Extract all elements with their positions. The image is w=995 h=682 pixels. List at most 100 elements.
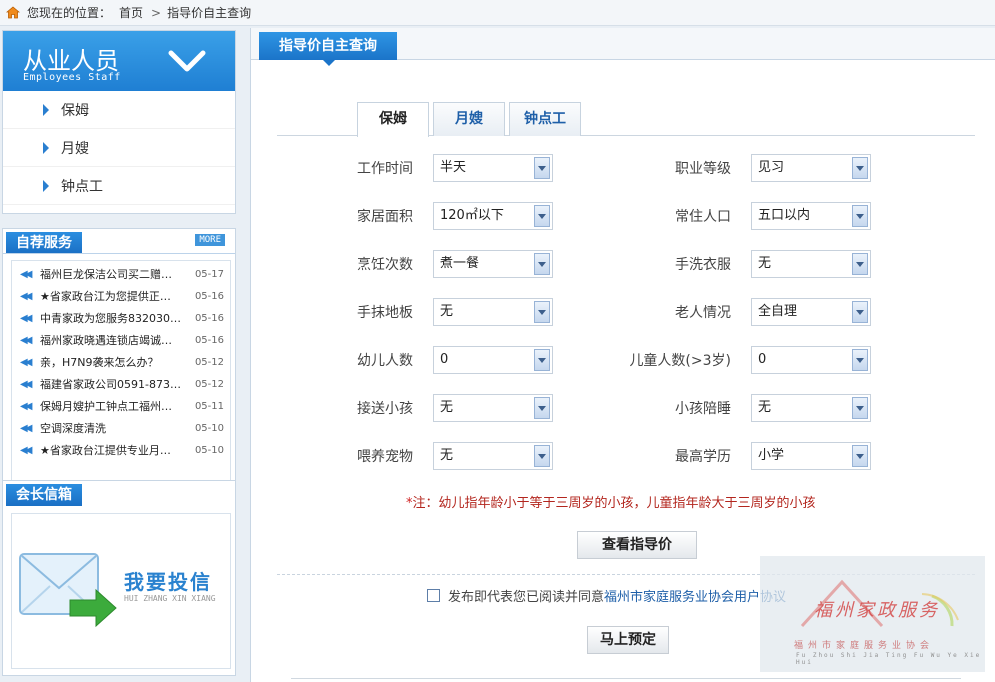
skill-level-select[interactable]: 见习 [751, 154, 871, 182]
double-arrow-icon: ◀◀ [20, 290, 32, 302]
dropdown-arrow-icon[interactable] [852, 397, 868, 419]
dropdown-arrow-icon[interactable] [852, 253, 868, 275]
floor-mopping-select[interactable]: 无 [433, 298, 553, 326]
select-value: 0 [440, 352, 449, 367]
double-arrow-icon: ◀◀ [20, 378, 32, 390]
dropdown-arrow-icon[interactable] [852, 157, 868, 179]
infant-count-select[interactable]: 0 [433, 346, 553, 374]
news-list: ◀◀ 福州巨龙保洁公司买二赠… 05-17 ◀◀ ★省家政台江为您提供正… 05-16 … [11, 260, 231, 488]
mailbox-banner[interactable]: 我要投信 HUI ZHANG XIN XIANG [11, 513, 231, 669]
breadcrumb-home-link[interactable]: 首页 [119, 4, 143, 21]
pet-feeding-select[interactable]: 无 [433, 442, 553, 470]
dropdown-arrow-icon[interactable] [852, 349, 868, 371]
list-item-date: 05-12 [194, 356, 224, 368]
child-count-select[interactable]: 0 [751, 346, 871, 374]
list-item-title: ★省家政台江提供专业月… [40, 444, 171, 457]
field-skill-level: 职业等级 见习 [621, 154, 871, 182]
select-value: 小学 [758, 448, 785, 463]
dropdown-arrow-icon[interactable] [534, 205, 550, 227]
triangle-right-icon [43, 141, 49, 154]
field-work-time: 工作时间 半天 [323, 154, 553, 182]
note-text: 注：幼儿指年龄小于等于三周岁的小孩，儿童指年龄大于三周岁的小孩 [412, 496, 816, 511]
dropdown-arrow-icon[interactable] [852, 301, 868, 323]
field-label: 接送小孩 [357, 401, 413, 417]
divider [3, 253, 235, 254]
category-tabs: 保姆 月嫂 钟点工 [277, 100, 975, 137]
self-recommend-title: 自荐服务 [6, 232, 82, 254]
watermark-pinyin: Fu Zhou Shi Jia Ting Fu Wu Ye Xie Hui [796, 652, 982, 666]
dropdown-arrow-icon[interactable] [534, 445, 550, 467]
double-arrow-icon: ◀◀ [20, 334, 32, 346]
child-pickup-select[interactable]: 无 [433, 394, 553, 422]
cooking-times-select[interactable]: 煮一餐 [433, 250, 553, 278]
field-child-sleep: 小孩陪睡 无 [621, 394, 871, 422]
hand-washing-select[interactable]: 无 [751, 250, 871, 278]
select-value: 煮一餐 [440, 256, 480, 271]
watermark-subtitle: 福州市家庭服务业协会 [794, 641, 935, 651]
list-item[interactable]: ◀◀ 福州家政晓遇连锁店竭诚… 05-16 [12, 329, 230, 351]
double-arrow-icon: ◀◀ [20, 422, 32, 434]
select-value: 无 [758, 256, 772, 271]
dropdown-arrow-icon[interactable] [534, 253, 550, 275]
envelope-icon [19, 553, 117, 628]
select-value: 无 [758, 400, 772, 415]
more-button[interactable]: MORE [195, 234, 225, 246]
tab-hourly-worker[interactable]: 钟点工 [509, 102, 581, 136]
select-value: 见习 [758, 160, 785, 175]
field-cooking-times: 烹饪次数 煮一餐 [323, 250, 553, 278]
list-item[interactable]: ◀◀ ★省家政台江提供专业月… 05-10 [12, 439, 230, 461]
book-now-button[interactable]: 马上预定 [587, 626, 669, 654]
sidebar-item-maternity-nurse[interactable]: 月嫂 [3, 129, 235, 167]
select-value: 全自理 [758, 304, 798, 319]
dropdown-arrow-icon[interactable] [534, 349, 550, 371]
education-select[interactable]: 小学 [751, 442, 871, 470]
breadcrumb-current: 指导价自主查询 [167, 6, 252, 20]
dropdown-arrow-icon[interactable] [534, 397, 550, 419]
tab-maternity-nurse[interactable]: 月嫂 [433, 102, 505, 136]
double-arrow-icon: ◀◀ [20, 268, 32, 280]
elderly-status-select[interactable]: 全自理 [751, 298, 871, 326]
list-item[interactable]: ◀◀ 空调深度清洗 05-10 [12, 417, 230, 439]
child-sleep-select[interactable]: 无 [751, 394, 871, 422]
view-price-button[interactable]: 查看指导价 [577, 531, 697, 559]
dropdown-arrow-icon[interactable] [534, 157, 550, 179]
field-education: 最高学历 小学 [621, 442, 871, 470]
list-item[interactable]: ◀◀ ★省家政台江为您提供正… 05-16 [12, 285, 230, 307]
list-item[interactable]: ◀◀ 中青家政为您服务832030… 05-16 [12, 307, 230, 329]
dropdown-arrow-icon[interactable] [852, 205, 868, 227]
sidebar-item-nanny[interactable]: 保姆 [3, 91, 235, 129]
mailbox-banner-text: 我要投信 [124, 570, 212, 594]
sidebar-item-hourly-worker[interactable]: 钟点工 [3, 167, 235, 205]
list-item[interactable]: ◀◀ 亲，H7N9袭来怎么办？ 05-12 [12, 351, 230, 373]
work-time-select[interactable]: 半天 [433, 154, 553, 182]
field-child-pickup: 接送小孩 无 [323, 394, 553, 422]
list-item-date: 05-16 [194, 312, 224, 324]
agree-checkbox[interactable] [427, 589, 440, 602]
select-value: 0 [758, 352, 767, 367]
sidebar-item-label: 月嫂 [61, 140, 89, 157]
field-label: 职业等级 [675, 161, 731, 177]
chevron-down-icon[interactable] [167, 47, 207, 75]
household-size-select[interactable]: 五口以内 [751, 202, 871, 230]
breadcrumb-prefix: 您现在的位置： [27, 6, 112, 20]
double-arrow-icon: ◀◀ [20, 312, 32, 324]
breadcrumb: 您现在的位置： 首页 > 指导价自主查询 [0, 0, 995, 26]
list-item[interactable]: ◀◀ 福州巨龙保洁公司买二赠… 05-17 [12, 263, 230, 285]
list-item-date: 05-11 [194, 400, 224, 412]
field-label: 小孩陪睡 [675, 401, 731, 417]
home-icon [6, 6, 20, 19]
list-item[interactable]: ◀◀ 保姆月嫂护工钟点工福州… 05-11 [12, 395, 230, 417]
list-item[interactable]: ◀◀ 福建省家政公司0591-873… 05-12 [12, 373, 230, 395]
tab-nanny[interactable]: 保姆 [357, 102, 429, 137]
left-sidebar: 从业人员 Employees Staff 保姆 月嫂 钟点工 自荐服务 MORE… [0, 28, 238, 682]
dropdown-arrow-icon[interactable] [534, 301, 550, 323]
double-arrow-icon: ◀◀ [20, 400, 32, 412]
field-child-count: 儿童人数(>3岁) 0 [621, 346, 871, 374]
field-elderly-status: 老人情况 全自理 [621, 298, 871, 326]
staff-panel: 从业人员 Employees Staff 保姆 月嫂 钟点工 [2, 30, 236, 214]
user-agreement-link[interactable]: 福州市家庭服务业协会用户协议 [604, 586, 786, 605]
dropdown-arrow-icon[interactable] [852, 445, 868, 467]
home-area-select[interactable]: 120㎡以下 [433, 202, 553, 230]
select-value: 五口以内 [758, 208, 811, 223]
field-label: 手抹地板 [357, 305, 413, 321]
